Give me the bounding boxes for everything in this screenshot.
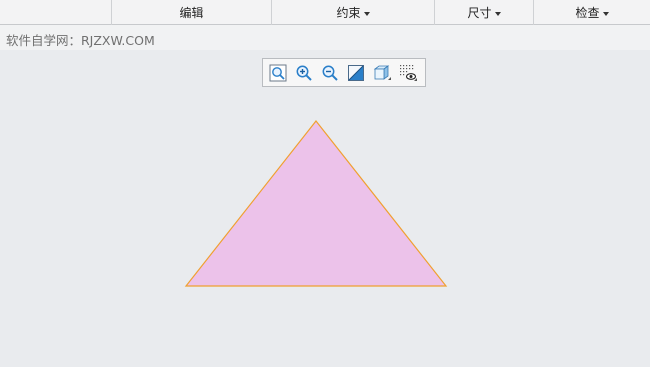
sketch-triangle[interactable]: [184, 120, 448, 287]
sketch-canvas[interactable]: [0, 0, 650, 367]
